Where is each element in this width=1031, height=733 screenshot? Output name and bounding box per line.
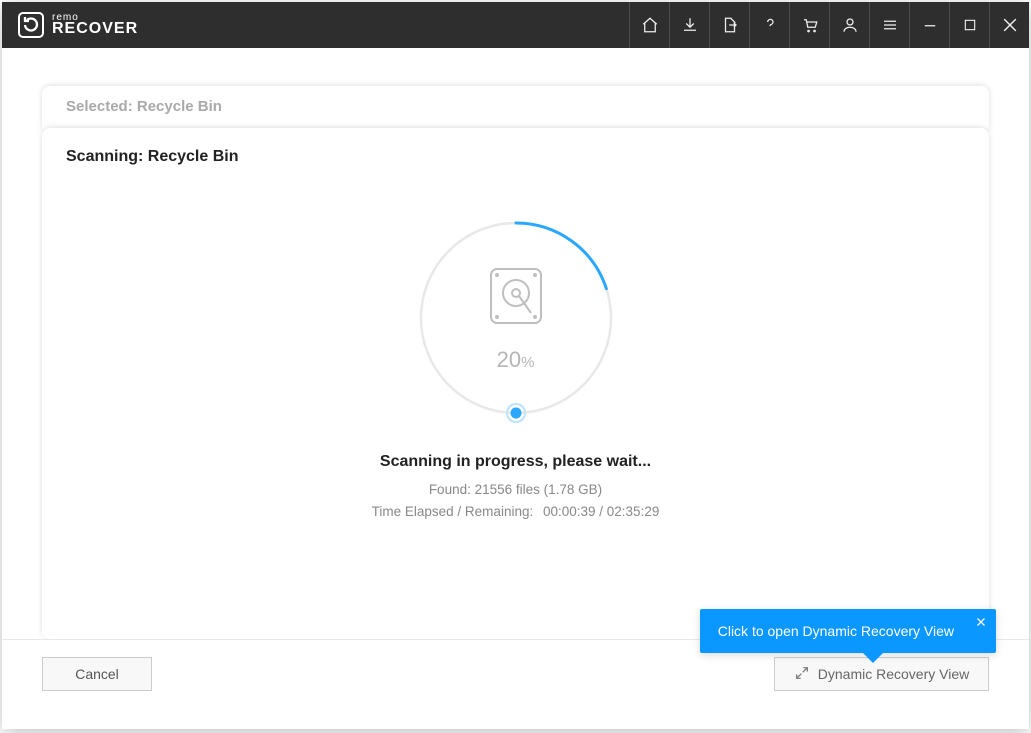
cart-icon[interactable] bbox=[789, 2, 829, 48]
cancel-button-label: Cancel bbox=[75, 666, 119, 682]
progress-percent: 20% bbox=[497, 347, 535, 373]
minimize-icon[interactable] bbox=[909, 2, 949, 48]
download-icon[interactable] bbox=[669, 2, 709, 48]
cancel-button[interactable]: Cancel bbox=[42, 657, 152, 691]
tooltip: Click to open Dynamic Recovery View bbox=[700, 609, 996, 653]
tooltip-close-icon[interactable] bbox=[972, 613, 990, 631]
disk-icon bbox=[483, 263, 549, 329]
menu-icon[interactable] bbox=[869, 2, 909, 48]
brand-line2: RECOVER bbox=[52, 22, 138, 36]
export-icon[interactable] bbox=[709, 2, 749, 48]
percent-symbol: % bbox=[521, 354, 534, 371]
percent-value: 20 bbox=[497, 347, 521, 372]
time-label: Time Elapsed / Remaining: bbox=[372, 504, 534, 519]
selected-panel-header: Selected: Recycle Bin bbox=[42, 86, 989, 130]
time-line: Time Elapsed / Remaining: 00:00:39 / 02:… bbox=[42, 504, 989, 519]
scanning-panel: Scanning: Recycle Bin bbox=[42, 128, 989, 639]
user-icon[interactable] bbox=[829, 2, 869, 48]
found-text: Found: 21556 files (1.78 GB) bbox=[42, 482, 989, 497]
bottom-bar: Cancel Dynamic Recovery View Click to op… bbox=[2, 639, 1029, 729]
selected-label: Selected: Recycle Bin bbox=[66, 98, 222, 115]
time-value: 00:00:39 / 02:35:29 bbox=[543, 504, 659, 519]
status-text: Scanning in progress, please wait... bbox=[42, 453, 989, 471]
titlebar: remo RECOVER bbox=[2, 2, 1029, 48]
app-logo-icon bbox=[18, 12, 44, 38]
maximize-icon[interactable] bbox=[949, 2, 989, 48]
help-icon[interactable] bbox=[749, 2, 789, 48]
titlebar-buttons bbox=[629, 2, 1029, 48]
close-icon[interactable] bbox=[989, 2, 1029, 48]
home-icon[interactable] bbox=[629, 2, 669, 48]
app-logo: remo RECOVER bbox=[18, 12, 138, 38]
expand-icon bbox=[794, 665, 810, 684]
tooltip-text: Click to open Dynamic Recovery View bbox=[718, 623, 954, 639]
progress-ring: 20% bbox=[411, 213, 621, 423]
app-logo-text: remo RECOVER bbox=[52, 14, 138, 36]
dynamic-recovery-view-label: Dynamic Recovery View bbox=[818, 666, 969, 682]
scanning-label: Scanning: Recycle Bin bbox=[66, 148, 965, 166]
